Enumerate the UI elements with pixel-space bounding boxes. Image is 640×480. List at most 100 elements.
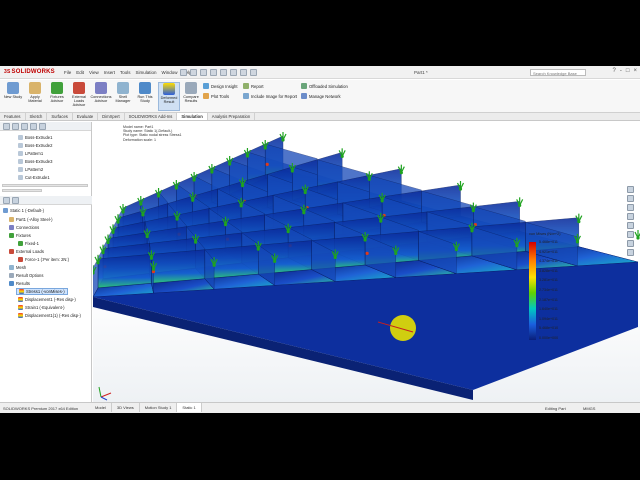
dimxpert-icon[interactable] — [30, 123, 37, 130]
menu-window[interactable]: Window — [162, 70, 178, 75]
tab-sketch[interactable]: Sketch — [26, 113, 48, 120]
units-selector[interactable]: MMGS — [583, 406, 595, 411]
external-loads-advisor-button[interactable]: External Loads Advisor — [68, 82, 90, 108]
tree-item-strain1[interactable]: Strain1 (-Equivalent-) — [18, 305, 65, 310]
tree-item-connections[interactable]: Connections — [9, 225, 39, 230]
connections-advisor-button[interactable]: Connections Advisor — [90, 82, 112, 103]
tree-item-study[interactable]: Static 1 (-Default-) — [3, 208, 44, 213]
tree-item-boss-extrude1[interactable]: Boss-Extrude1 — [18, 135, 52, 140]
menu-simulation[interactable]: Simulation — [136, 70, 157, 75]
open-icon[interactable] — [190, 69, 197, 76]
tab-motion-study[interactable]: Motion Study 1 — [140, 403, 178, 412]
legend-color-bar[interactable] — [529, 242, 536, 340]
tree-item-stress1[interactable]: Stress1 (-vonMises-) — [16, 288, 68, 295]
configuration-icon[interactable] — [21, 123, 28, 130]
tree-item-part[interactable]: Part1 (-Alloy Steel-) — [9, 217, 53, 222]
apply-material-button[interactable]: Apply Material — [24, 82, 46, 103]
tree-item-boss-extrude2[interactable]: Boss-Extrude2 — [18, 143, 52, 148]
tab-addins[interactable]: SOLIDWORKS Add-Ins — [125, 113, 178, 120]
boss-extrude-icon — [18, 135, 23, 140]
tab-analysis-preparation[interactable]: Analysis Preparation — [208, 113, 256, 120]
new-icon[interactable] — [180, 69, 187, 76]
select-icon[interactable] — [230, 69, 237, 76]
appearance-icon[interactable] — [627, 231, 634, 238]
view-orientation-icon[interactable] — [627, 213, 634, 220]
tree-item-displacement1-1[interactable]: Displacement1{1} (-Res disp-) — [18, 313, 81, 318]
tree-item-displacement1[interactable]: Displacement1 (-Res disp-) — [18, 297, 76, 302]
include-image-button[interactable]: Include Image for Report — [243, 93, 297, 99]
tree-item-force-1[interactable]: Force-1 (:Per item: 2N:) — [18, 257, 69, 262]
tree-label: Mesh — [16, 265, 27, 270]
tree-item-results[interactable]: Results — [9, 281, 30, 286]
tree-item-mesh[interactable]: Mesh — [9, 265, 26, 270]
title-bar: 3SSOLIDWORKS File Edit View Insert Tools… — [0, 66, 640, 79]
study-filter-icon[interactable] — [3, 197, 10, 204]
design-insight-label: Design Insight — [211, 83, 238, 89]
help-button[interactable]: ? — [613, 68, 616, 74]
stress-plot-model[interactable] — [93, 122, 640, 402]
tab-surfaces[interactable]: Surfaces — [47, 113, 73, 120]
result-options-icon — [9, 273, 14, 278]
display-style-icon[interactable] — [627, 222, 634, 229]
plot-tools-button[interactable]: Plot Tools — [203, 93, 229, 99]
manage-network-button[interactable]: Manage Network — [301, 93, 341, 99]
search-input[interactable]: Search Knowledge Base — [530, 69, 586, 76]
report-button[interactable]: Report — [243, 83, 264, 89]
run-study-button[interactable]: Run This Study — [134, 82, 156, 103]
options-icon[interactable] — [250, 69, 257, 76]
panel-splitter[interactable] — [2, 184, 88, 187]
tree-item-cut-extrude1[interactable]: Cut-Extrude1 — [18, 175, 50, 180]
rebuild-icon[interactable] — [240, 69, 247, 76]
probe-marker[interactable] — [390, 315, 416, 341]
menu-insert[interactable]: Insert — [104, 70, 115, 75]
pattern-icon — [18, 167, 23, 172]
menu-file[interactable]: File — [64, 70, 71, 75]
tab-dimxpert[interactable]: DimXpert — [98, 113, 125, 120]
property-manager-icon[interactable] — [12, 123, 19, 130]
new-study-button[interactable]: New Study — [2, 82, 24, 99]
tab-model[interactable]: Model — [90, 403, 112, 412]
shell-manager-button[interactable]: Shell Manager — [112, 82, 134, 103]
display-manager-icon[interactable] — [39, 123, 46, 130]
graphics-viewport[interactable]: Model name: Part1 Study name: Static 1(-… — [93, 122, 640, 402]
fixtures-icon — [9, 233, 14, 238]
zoom-fit-icon[interactable] — [627, 186, 634, 193]
tree-item-boss-extrude3[interactable]: Boss-Extrude3 — [18, 159, 52, 164]
scene-icon[interactable] — [627, 240, 634, 247]
menu-tools[interactable]: Tools — [120, 70, 131, 75]
tab-3d-views[interactable]: 3D Views — [112, 403, 140, 412]
plot-tools-label: Plot Tools — [211, 93, 230, 99]
tree-item-external-loads[interactable]: External Loads — [9, 249, 44, 254]
feature-tree-icon[interactable] — [3, 123, 10, 130]
offloaded-simulation-button[interactable]: Offloaded Simulation — [301, 83, 348, 89]
minimize-button[interactable]: - — [620, 68, 622, 74]
study-options-icon[interactable] — [12, 197, 19, 204]
tab-features[interactable]: Features — [0, 113, 26, 120]
fixtures-advisor-button[interactable]: Fixtures Advisor — [46, 82, 68, 103]
save-icon[interactable] — [200, 69, 207, 76]
menu-edit[interactable]: Edit — [76, 70, 84, 75]
view-settings-icon[interactable] — [627, 249, 634, 256]
tree-item-lpattern2[interactable]: LPattern2 — [18, 167, 43, 172]
solidworks-logo[interactable]: 3SSOLIDWORKS — [4, 69, 55, 75]
displacement-plot-icon — [18, 297, 23, 302]
tab-static-1[interactable]: Static 1 — [177, 403, 202, 412]
menu-view[interactable]: View — [89, 70, 99, 75]
panel-scrollbar[interactable] — [2, 189, 42, 192]
tree-item-lpattern1[interactable]: LPattern1 — [18, 151, 43, 156]
tab-simulation[interactable]: Simulation — [177, 113, 208, 120]
deformed-result-button[interactable]: Deformed Result — [158, 82, 180, 111]
print-icon[interactable] — [210, 69, 217, 76]
tree-item-result-options[interactable]: Result Options — [9, 273, 43, 278]
maximize-button[interactable]: □ — [626, 68, 630, 74]
compare-results-button[interactable]: Compare Results — [180, 82, 202, 103]
external-loads-label: External Loads Advisor — [72, 95, 86, 108]
undo-icon[interactable] — [220, 69, 227, 76]
tree-item-fixed-1[interactable]: Fixed-1 — [18, 241, 39, 246]
zoom-area-icon[interactable] — [627, 195, 634, 202]
section-view-icon[interactable] — [627, 204, 634, 211]
design-insight-button[interactable]: Design Insight — [203, 83, 238, 89]
tab-evaluate[interactable]: Evaluate — [73, 113, 99, 120]
tree-item-fixtures[interactable]: Fixtures — [9, 233, 31, 238]
close-button[interactable]: × — [633, 68, 637, 74]
